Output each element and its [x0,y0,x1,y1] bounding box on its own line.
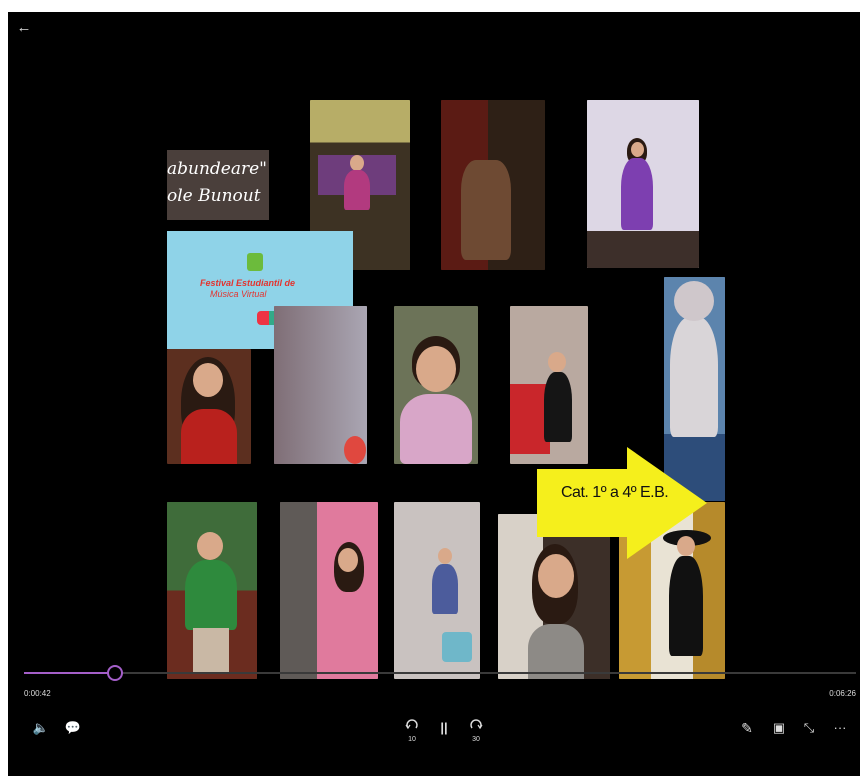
logo-line-2: Música Virtual [210,289,267,299]
pause-icon: || [440,720,448,735]
current-time: 0:00:42 [24,689,51,698]
forward-30-icon [470,719,483,730]
video-tile [394,306,478,464]
forward-label: 30 [472,736,480,743]
seek-track[interactable] [24,672,856,674]
seek-thumb[interactable] [107,665,123,681]
video-tile [510,306,588,464]
title-card: abundeare" ole Bunout [167,150,269,220]
speaker-icon: 🔈 [32,720,50,735]
rewind-label: 10 [408,736,416,743]
video-player[interactable]: ← abundeare" ole Bunout Festival Estudia… [8,12,860,776]
back-arrow-icon[interactable]: ← [14,18,34,38]
video-tile [167,502,257,679]
captions-icon: 💬 [64,720,82,735]
rewind-10-icon [405,719,418,730]
banner-text: Cat. 1º a 4º E.B. [561,484,669,501]
total-time: 0:06:26 [829,689,856,698]
more-icon: ··· [833,720,847,735]
title-card-line-1: abundeare" [167,159,267,179]
skip-forward-30-button[interactable]: 30 [466,718,486,744]
video-tile [394,502,480,679]
captions-button[interactable]: 💬 [62,720,84,742]
title-card-line-2: ole Bunout [167,186,261,206]
video-tile [274,306,367,464]
volume-button[interactable]: 🔈 [30,720,52,742]
video-tile [587,100,699,268]
mini-view-icon: ▣ [772,720,786,735]
video-tile [441,100,545,270]
seek-progress [24,672,115,674]
video-tile [280,502,378,679]
playback-controls: 0:00:42 0:06:26 🔈 💬 10 || 30 ✎ ▣ ⤡ ··· [8,662,860,776]
exit-fullscreen-button[interactable]: ⤡ [798,720,820,742]
more-button[interactable]: ··· [828,720,852,742]
video-frame: abundeare" ole Bunout Festival Estudiant… [167,100,725,680]
category-banner: Cat. 1º a 4º E.B. [537,447,707,559]
logo-line-1: Festival Estudiantil de [200,278,296,288]
arrow-shape [537,447,707,559]
pause-button[interactable]: || [436,720,452,742]
video-tile [167,349,251,464]
mini-view-button[interactable]: ▣ [768,720,790,742]
pencil-icon: ✎ [741,720,753,736]
edit-button[interactable]: ✎ [736,720,758,742]
skip-back-10-button[interactable]: 10 [402,718,422,744]
collapse-icon: ⤡ [803,720,815,735]
logo-mark-icon [247,253,263,271]
